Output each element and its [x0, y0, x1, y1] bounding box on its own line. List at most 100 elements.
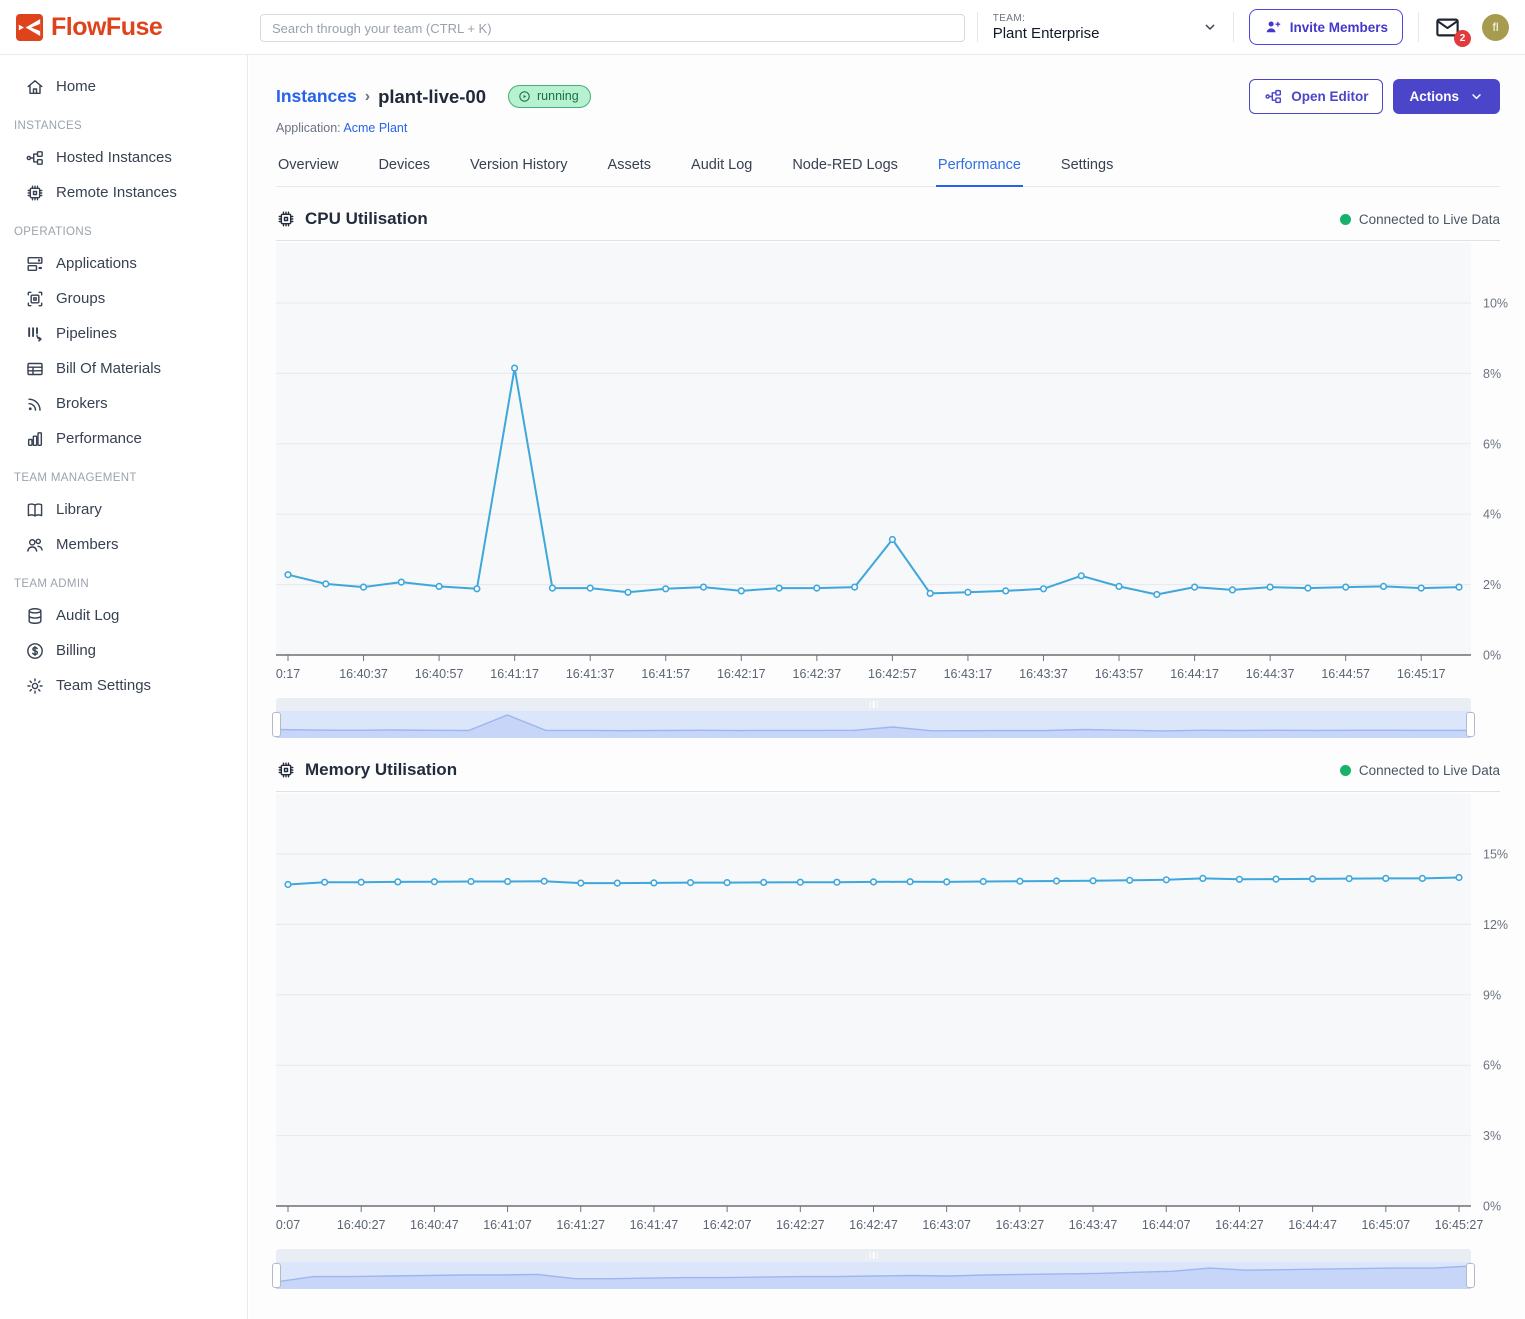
- team-selector[interactable]: TEAM: Plant Enterprise: [993, 13, 1218, 42]
- cpu-brush-handle-left[interactable]: [272, 712, 281, 737]
- sidebar-item-label: Brokers: [56, 395, 108, 412]
- svg-text:16:43:57: 16:43:57: [1095, 667, 1144, 681]
- sidebar-item-audit-log[interactable]: Audit Log: [0, 598, 247, 633]
- sidebar-item-billing[interactable]: Billing: [0, 633, 247, 668]
- cpu-range-brush[interactable]: [276, 698, 1471, 738]
- sidebar-item-brokers[interactable]: Brokers: [0, 386, 247, 421]
- application-link[interactable]: Acme Plant: [343, 121, 407, 135]
- team-name: Plant Enterprise: [993, 25, 1100, 42]
- tab-devices[interactable]: Devices: [376, 149, 432, 186]
- bar-chart-icon: [25, 429, 45, 449]
- memory-brush-handle-left[interactable]: [272, 1263, 281, 1288]
- sidebar-item-members[interactable]: Members: [0, 527, 247, 562]
- flowfuse-logo[interactable]: FlowFuse: [16, 13, 252, 42]
- sidebar-item-bill-of-materials[interactable]: Bill Of Materials: [0, 351, 247, 386]
- sidebar-item-remote-instances[interactable]: Remote Instances: [0, 175, 247, 210]
- actions-button[interactable]: Actions: [1393, 79, 1500, 114]
- cpu-brush-selection[interactable]: [276, 711, 1471, 738]
- memory-brush-track[interactable]: [276, 1249, 1471, 1262]
- sidebar-item-label: Members: [56, 536, 119, 553]
- application-label: Application:: [276, 121, 341, 135]
- sidebar-item-performance[interactable]: Performance: [0, 421, 247, 456]
- memory-title: Memory Utilisation: [305, 760, 457, 780]
- apps-icon: [25, 254, 45, 274]
- svg-text:16:45:27: 16:45:27: [1435, 1218, 1484, 1232]
- memory-live-status: Connected to Live Data: [1340, 763, 1500, 778]
- live-dot-icon: [1340, 214, 1351, 225]
- memory-brush-handle-right[interactable]: [1466, 1263, 1475, 1288]
- pipelines-icon: [25, 324, 45, 344]
- sidebar-item-team-settings[interactable]: Team Settings: [0, 668, 247, 703]
- tab-version-history[interactable]: Version History: [468, 149, 570, 186]
- memory-range-brush[interactable]: [276, 1249, 1471, 1289]
- sidebar: HomeINSTANCESHosted Instances Remote Inst…: [0, 55, 248, 1319]
- live-dot-icon: [1340, 765, 1351, 776]
- svg-text:16:44:47: 16:44:47: [1288, 1218, 1337, 1232]
- svg-text:16:41:57: 16:41:57: [641, 667, 690, 681]
- page-title: plant-live-00: [378, 86, 486, 108]
- invite-members-button[interactable]: Invite Members: [1249, 9, 1403, 45]
- svg-text:15%: 15%: [1483, 848, 1508, 862]
- application-line: Application: Acme Plant: [276, 121, 1500, 135]
- sidebar-item-hosted-instances[interactable]: Hosted Instances: [0, 140, 247, 175]
- notifications-button[interactable]: 2: [1434, 14, 1467, 41]
- tab-audit-log[interactable]: Audit Log: [689, 149, 754, 186]
- svg-text:12%: 12%: [1483, 918, 1508, 932]
- svg-text:16:42:27: 16:42:27: [776, 1218, 825, 1232]
- open-editor-button[interactable]: Open Editor: [1249, 79, 1383, 114]
- tab-overview[interactable]: Overview: [276, 149, 340, 186]
- svg-text:0%: 0%: [1483, 1200, 1501, 1214]
- tab-performance[interactable]: Performance: [936, 149, 1023, 187]
- sidebar-item-label: Remote Instances: [56, 184, 177, 201]
- topbar-divider: [1418, 12, 1419, 42]
- topbar: FlowFuse TEAM: Plant Enterprise Invite M…: [0, 0, 1525, 55]
- svg-text:6%: 6%: [1483, 437, 1501, 451]
- svg-text:16:42:37: 16:42:37: [793, 667, 842, 681]
- group-chip-icon: [25, 289, 45, 309]
- memory-brush-minichart: [276, 1262, 1471, 1289]
- sidebar-section-team-admin: TEAM ADMIN: [0, 562, 247, 598]
- svg-text:16:43:37: 16:43:37: [1019, 667, 1068, 681]
- actions-label: Actions: [1409, 89, 1459, 104]
- tab-bar: Overview Devices Version History Assets Audi…: [276, 149, 1500, 187]
- chevron-down-icon: [1202, 19, 1218, 35]
- svg-text:3%: 3%: [1483, 1129, 1501, 1143]
- svg-text:6%: 6%: [1483, 1059, 1501, 1073]
- cpu-title: CPU Utilisation: [305, 209, 428, 229]
- cpu-brush-track[interactable]: [276, 698, 1471, 711]
- svg-text:16:40:37: 16:40:37: [339, 667, 388, 681]
- sidebar-item-label: Audit Log: [56, 607, 119, 624]
- search-input[interactable]: [260, 14, 965, 42]
- sidebar-item-pipelines[interactable]: Pipelines: [0, 316, 247, 351]
- svg-text:16:41:17: 16:41:17: [490, 667, 539, 681]
- svg-text:16:45:07: 16:45:07: [1361, 1218, 1410, 1232]
- memory-header: Memory Utilisation Connected to Live Dat…: [276, 760, 1500, 792]
- topbar-divider: [1233, 12, 1234, 42]
- tab-node-red-logs[interactable]: Node-RED Logs: [790, 149, 900, 186]
- drag-grip-icon[interactable]: [869, 1252, 878, 1259]
- drag-grip-icon[interactable]: [869, 701, 878, 708]
- svg-text:0:07: 0:07: [276, 1218, 300, 1232]
- book-icon: [25, 500, 45, 520]
- svg-text:16:41:37: 16:41:37: [566, 667, 615, 681]
- sidebar-item-groups[interactable]: Groups: [0, 281, 247, 316]
- sidebar-item-applications[interactable]: Applications: [0, 246, 247, 281]
- sidebar-section-team-management: TEAM MANAGEMENT: [0, 456, 247, 492]
- notifications-count-badge: 2: [1454, 30, 1471, 47]
- sidebar-item-library[interactable]: Library: [0, 492, 247, 527]
- tab-settings[interactable]: Settings: [1059, 149, 1115, 186]
- sidebar-item-label: Team Settings: [56, 677, 151, 694]
- cpu-live-status-label: Connected to Live Data: [1359, 212, 1500, 227]
- svg-text:16:42:17: 16:42:17: [717, 667, 766, 681]
- brand-wordmark: FlowFuse: [51, 13, 162, 42]
- sidebar-section-instances: INSTANCES: [0, 104, 247, 140]
- avatar[interactable]: fl: [1482, 14, 1509, 41]
- sidebar-item-home[interactable]: Home: [0, 69, 247, 104]
- svg-text:16:42:07: 16:42:07: [703, 1218, 752, 1232]
- breadcrumb-instances-link[interactable]: Instances: [276, 86, 357, 107]
- cpu-brush-handle-right[interactable]: [1466, 712, 1475, 737]
- tab-assets[interactable]: Assets: [606, 149, 654, 186]
- svg-text:0%: 0%: [1483, 649, 1501, 663]
- svg-text:16:44:27: 16:44:27: [1215, 1218, 1264, 1232]
- memory-brush-selection[interactable]: [276, 1262, 1471, 1289]
